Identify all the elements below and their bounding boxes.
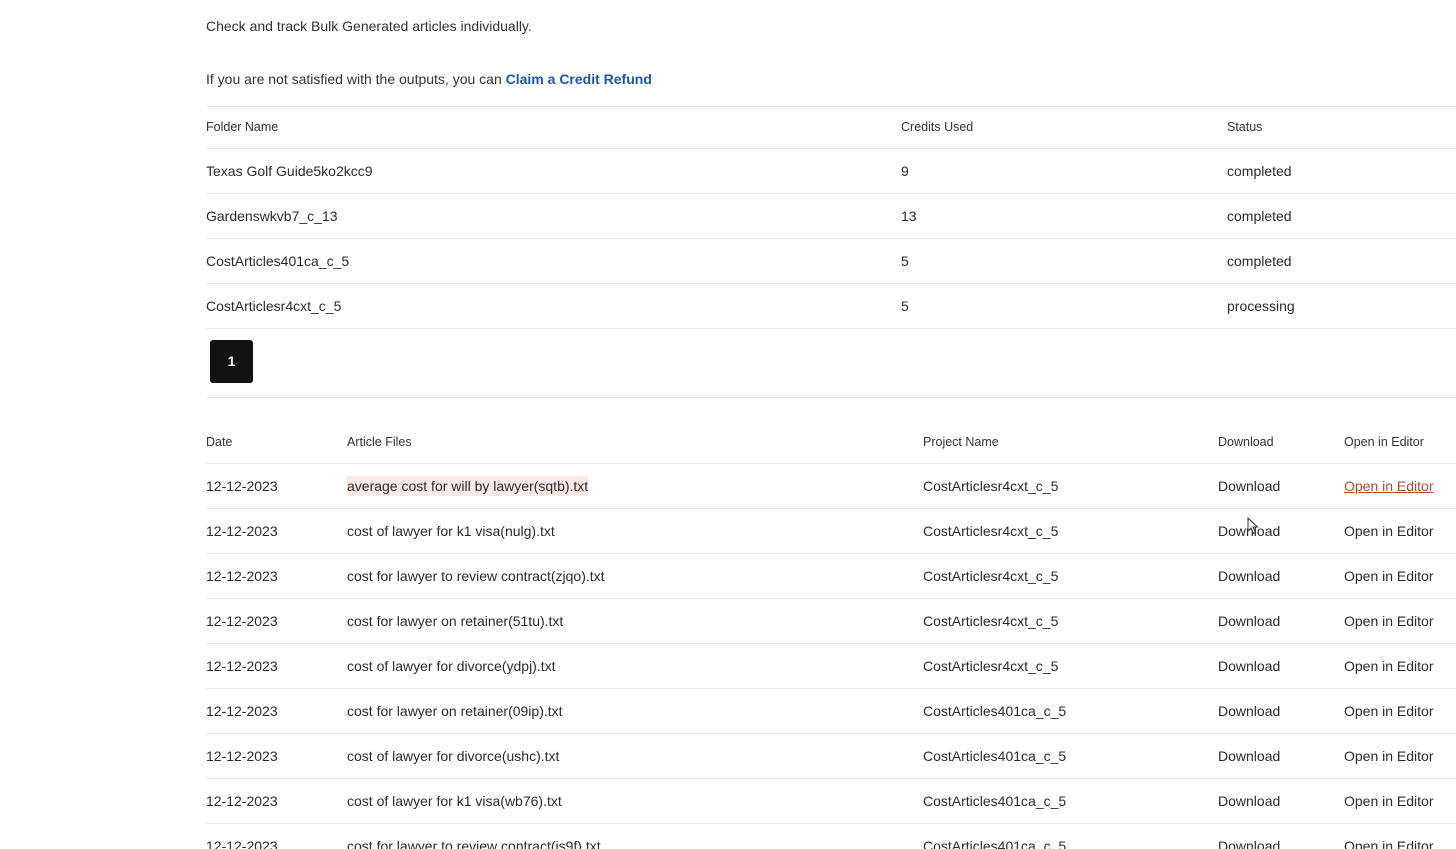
folder-status: completed xyxy=(1227,208,1292,224)
claim-credit-refund-link[interactable]: Claim a Credit Refund xyxy=(506,71,652,87)
open-in-editor-link[interactable]: Open in Editor xyxy=(1344,689,1434,733)
download-link[interactable]: Download xyxy=(1218,824,1280,849)
article-project: CostArticlesr4cxt_c_5 xyxy=(923,568,1059,584)
article-project: CostArticles401ca_c_5 xyxy=(923,703,1067,719)
download-link[interactable]: Download xyxy=(1218,599,1280,643)
header-credits-used: Credits Used xyxy=(901,120,974,134)
section-divider xyxy=(206,397,1456,398)
table-row: 12-12-2023 cost of lawyer for k1 visa(nu… xyxy=(206,509,1456,554)
open-in-editor-link[interactable]: Open in Editor xyxy=(1344,644,1434,688)
articles-table-header: Date Article Files Project Name Download… xyxy=(206,422,1456,464)
folder-name: Texas Golf Guide5ko2kcc9 xyxy=(206,163,373,179)
refund-prefix: If you are not satisfied with the output… xyxy=(206,71,506,87)
folder-name: CostArticles401ca_c_5 xyxy=(206,253,350,269)
header-download: Download xyxy=(1218,435,1274,449)
header-article-files: Article Files xyxy=(347,435,412,449)
download-link[interactable]: Download xyxy=(1218,734,1280,778)
article-date: 12-12-2023 xyxy=(206,568,278,584)
credits-used: 9 xyxy=(901,163,909,179)
pagination-page-button[interactable]: 1 xyxy=(210,340,253,383)
table-row[interactable]: CostArticles401ca_c_5 5 completed xyxy=(206,239,1456,284)
article-project: CostArticlesr4cxt_c_5 xyxy=(923,523,1059,539)
article-date: 12-12-2023 xyxy=(206,748,278,764)
table-row: 12-12-2023 cost for lawyer to review con… xyxy=(206,824,1456,849)
table-row: 12-12-2023 cost of lawyer for divorce(us… xyxy=(206,734,1456,779)
header-date: Date xyxy=(206,435,233,449)
credits-used: 5 xyxy=(901,298,909,314)
articles-table: Date Article Files Project Name Download… xyxy=(206,422,1456,849)
table-row: 12-12-2023 cost of lawyer for divorce(yd… xyxy=(206,644,1456,689)
article-file: cost of lawyer for divorce(ushc).txt xyxy=(347,748,560,764)
article-file: cost of lawyer for k1 visa(wb76).txt xyxy=(347,793,562,809)
article-project: CostArticlesr4cxt_c_5 xyxy=(923,478,1059,494)
article-project: CostArticles401ca_c_5 xyxy=(923,838,1067,849)
article-file: cost of lawyer for divorce(ydpj).txt xyxy=(347,658,556,674)
table-row: 12-12-2023 cost for lawyer on retainer(5… xyxy=(206,599,1456,644)
header-folder-name: Folder Name xyxy=(206,120,279,134)
article-date: 12-12-2023 xyxy=(206,703,278,719)
article-date: 12-12-2023 xyxy=(206,523,278,539)
article-date: 12-12-2023 xyxy=(206,793,278,809)
open-in-editor-link[interactable]: Open in Editor xyxy=(1344,599,1434,643)
table-row: 12-12-2023 average cost for will by lawy… xyxy=(206,464,1456,509)
header-status: Status xyxy=(1227,120,1263,134)
download-link[interactable]: Download xyxy=(1218,779,1280,823)
open-in-editor-link[interactable]: Open in Editor xyxy=(1344,779,1434,823)
intro-text: Check and track Bulk Generated articles … xyxy=(206,18,532,34)
article-file: cost for lawyer to review contract(zjqo)… xyxy=(347,568,605,584)
bulk-articles-page: Check and track Bulk Generated articles … xyxy=(0,0,1456,849)
folder-status: completed xyxy=(1227,163,1292,179)
header-open-in-editor: Open in Editor xyxy=(1344,435,1424,449)
folders-table: Folder Name Credits Used Status Texas Go… xyxy=(206,106,1456,329)
download-link[interactable]: Download xyxy=(1218,464,1280,508)
open-in-editor-link[interactable]: Open in Editor xyxy=(1344,509,1434,553)
download-link[interactable]: Download xyxy=(1218,554,1280,598)
table-row: 12-12-2023 cost for lawyer on retainer(0… xyxy=(206,689,1456,734)
table-row[interactable]: Texas Golf Guide5ko2kcc9 9 completed xyxy=(206,149,1456,194)
table-row: 12-12-2023 cost of lawyer for k1 visa(wb… xyxy=(206,779,1456,824)
open-in-editor-link[interactable]: Open in Editor xyxy=(1344,734,1434,778)
article-date: 12-12-2023 xyxy=(206,838,278,849)
table-row[interactable]: CostArticlesr4cxt_c_5 5 processing xyxy=(206,284,1456,329)
mouse-cursor-icon xyxy=(1247,517,1259,535)
download-link[interactable]: Download xyxy=(1218,689,1280,733)
folder-status: completed xyxy=(1227,253,1292,269)
header-project-name: Project Name xyxy=(923,435,999,449)
folder-name: CostArticlesr4cxt_c_5 xyxy=(206,298,342,314)
open-in-editor-link[interactable]: Open in Editor xyxy=(1344,554,1434,598)
article-project: CostArticlesr4cxt_c_5 xyxy=(923,658,1059,674)
open-in-editor-link[interactable]: Open in Editor xyxy=(1344,464,1434,508)
article-file: cost of lawyer for k1 visa(nulg).txt xyxy=(347,523,555,539)
article-date: 12-12-2023 xyxy=(206,658,278,674)
article-project: CostArticlesr4cxt_c_5 xyxy=(923,613,1059,629)
table-row: 12-12-2023 cost for lawyer to review con… xyxy=(206,554,1456,599)
article-file: average cost for will by lawyer(sqtb).tx… xyxy=(347,464,589,508)
folder-name: Gardenswkvb7_c_13 xyxy=(206,208,338,224)
article-project: CostArticles401ca_c_5 xyxy=(923,748,1067,764)
article-project: CostArticles401ca_c_5 xyxy=(923,793,1067,809)
folder-status: processing xyxy=(1227,298,1295,314)
article-file-name: average cost for will by lawyer(sqtb).tx… xyxy=(347,476,589,496)
article-date: 12-12-2023 xyxy=(206,478,278,494)
refund-line: If you are not satisfied with the output… xyxy=(206,71,652,87)
download-link[interactable]: Download xyxy=(1218,644,1280,688)
article-date: 12-12-2023 xyxy=(206,613,278,629)
article-file: cost for lawyer to review contract(js9f)… xyxy=(347,838,601,849)
credits-used: 13 xyxy=(901,208,917,224)
article-file: cost for lawyer on retainer(51tu).txt xyxy=(347,613,564,629)
folders-table-header: Folder Name Credits Used Status xyxy=(206,106,1456,149)
open-in-editor-link[interactable]: Open in Editor xyxy=(1344,824,1434,849)
credits-used: 5 xyxy=(901,253,909,269)
table-row[interactable]: Gardenswkvb7_c_13 13 completed xyxy=(206,194,1456,239)
article-file: cost for lawyer on retainer(09ip).txt xyxy=(347,703,563,719)
